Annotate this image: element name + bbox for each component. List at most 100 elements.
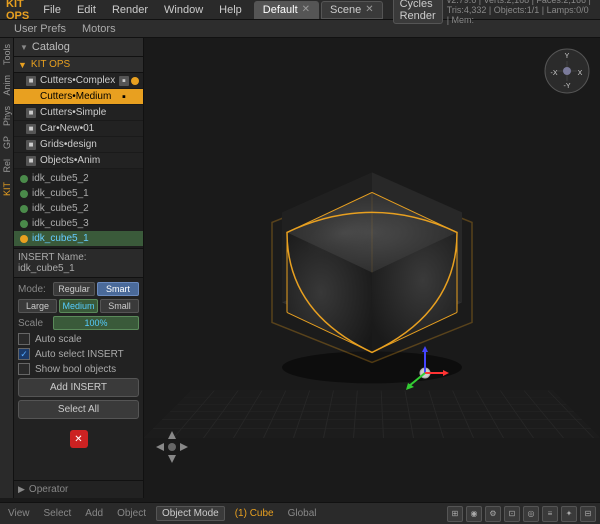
- bottom-object[interactable]: Object: [113, 508, 150, 519]
- global-selector[interactable]: Global: [284, 508, 321, 519]
- top-menu-bar: KIT OPS File Edit Render Window Help Def…: [0, 0, 600, 20]
- viewport-nav-arrows[interactable]: [152, 427, 192, 470]
- svg-text:X: X: [578, 70, 583, 77]
- vtab-grease-pencil[interactable]: GP: [0, 132, 14, 153]
- insert-item-3[interactable]: idk_cube5_3: [14, 216, 143, 231]
- insert-dot-active: [20, 235, 28, 243]
- size-buttons: Large Medium Small: [18, 299, 139, 313]
- auto-select-row: Auto select INSERT: [18, 348, 139, 360]
- auto-select-checkbox[interactable]: [18, 348, 30, 360]
- app-title: KIT OPS: [0, 0, 35, 22]
- catalog-icon: ■: [26, 108, 36, 118]
- catalog-item-cutters-medium[interactable]: Cutters•Medium ▪: [14, 89, 143, 105]
- version-info: v2.79.6 | Verts:2,168 | Faces:2,166 | Tr…: [447, 0, 592, 25]
- motors-link[interactable]: Motors: [74, 23, 124, 35]
- mode-row: Mode: Regular Smart: [18, 282, 139, 296]
- select-all-button[interactable]: Select All: [18, 400, 139, 419]
- size-row: Large Medium Small: [18, 299, 139, 313]
- size-small[interactable]: Small: [100, 299, 139, 313]
- insert-dot: [20, 175, 28, 183]
- insert-dot: [20, 190, 28, 198]
- tab-default[interactable]: Default ✕: [254, 1, 319, 19]
- insert-item-0[interactable]: idk_cube5_2: [14, 171, 143, 186]
- bottom-select[interactable]: Select: [40, 508, 76, 519]
- transform-gizmo: [395, 338, 455, 398]
- insert-item-2[interactable]: idk_cube5_2: [14, 201, 143, 216]
- nav-gizmo[interactable]: Y X -X -Y: [542, 46, 592, 96]
- bottom-icon-bar: ⊞ ◉ ⚙ ⊡ ◎ ≡ ✦ ⊟: [447, 506, 596, 522]
- kit-ops-header[interactable]: ▼ KIT OPS: [14, 57, 143, 73]
- mode-regular[interactable]: Regular: [53, 282, 95, 296]
- catalog-item-cutters-complex[interactable]: ■ Cutters•Complex ▪: [14, 73, 143, 89]
- insert-item-1[interactable]: idk_cube5_1: [14, 186, 143, 201]
- engine-selector[interactable]: Cycles Render: [393, 0, 443, 24]
- red-close-button[interactable]: ✕: [70, 430, 88, 448]
- menu-help[interactable]: Help: [211, 0, 250, 19]
- active-object: (1) Cube: [235, 508, 274, 519]
- bottom-view[interactable]: View: [4, 508, 34, 519]
- show-bool-checkbox[interactable]: [18, 363, 30, 375]
- mode-buttons: Regular Smart: [53, 282, 139, 296]
- viewport-icon-1[interactable]: ⊞: [447, 506, 463, 522]
- catalog-icon: ■: [26, 76, 36, 86]
- tab-scene[interactable]: Scene ✕: [321, 1, 383, 19]
- catalog-list: ■ Cutters•Complex ▪ Cutters•Medium ▪ ■ C…: [14, 73, 143, 169]
- catalog-icon: [26, 92, 36, 102]
- kit-expand-icon: ▼: [18, 60, 27, 70]
- svg-text:-Y: -Y: [564, 83, 571, 90]
- vtab-kitops[interactable]: KIT: [0, 178, 14, 200]
- catalog-item-car[interactable]: ■ Car•New•01: [14, 121, 143, 137]
- viewport-icon-3[interactable]: ⚙: [485, 506, 501, 522]
- mode-smart[interactable]: Smart: [97, 282, 139, 296]
- menu-file[interactable]: File: [35, 0, 69, 19]
- catalog-item-objects[interactable]: ■ Objects•Anim: [14, 153, 143, 169]
- viewport-icon-4[interactable]: ⊡: [504, 506, 520, 522]
- operator-header[interactable]: ▶ Operator: [18, 484, 139, 495]
- cube-svg: [232, 122, 512, 402]
- operator-expand-icon: ▶: [18, 484, 25, 495]
- catalog-item-cutters-simple[interactable]: ■ Cutters•Simple: [14, 105, 143, 121]
- viewport-icon-6[interactable]: ≡: [542, 506, 558, 522]
- tab-close-scene[interactable]: ✕: [365, 4, 373, 15]
- svg-text:Y: Y: [565, 53, 570, 60]
- catalog-btn-complex[interactable]: ▪: [119, 76, 129, 86]
- bottom-status-bar: View Select Add Object Object Mode (1) C…: [0, 502, 600, 524]
- vtab-tools[interactable]: Tools: [0, 40, 14, 69]
- size-medium[interactable]: Medium: [59, 299, 98, 313]
- size-large[interactable]: Large: [18, 299, 57, 313]
- menu-render[interactable]: Render: [104, 0, 156, 19]
- user-prefs-link[interactable]: User Prefs: [6, 23, 74, 35]
- sidebar-panel: Catalog ▼ KIT OPS ■ Cutters•Complex ▪ Cu…: [14, 38, 144, 498]
- insert-item-4[interactable]: idk_cube5_1: [14, 231, 143, 246]
- catalog-header[interactable]: Catalog: [14, 38, 143, 57]
- controls-section: Mode: Regular Smart Large Medium Small S…: [14, 278, 143, 426]
- viewport-icon-7[interactable]: ✦: [561, 506, 577, 522]
- viewport-icon-2[interactable]: ◉: [466, 506, 482, 522]
- menu-edit[interactable]: Edit: [69, 0, 104, 19]
- catalog-btn-medium[interactable]: ▪: [119, 92, 129, 102]
- bottom-add[interactable]: Add: [81, 508, 107, 519]
- vtab-animation[interactable]: Anim: [0, 71, 14, 100]
- catalog-icon: ■: [26, 140, 36, 150]
- svg-text:-X: -X: [551, 70, 558, 77]
- scale-row: Scale 100%: [18, 316, 139, 330]
- catalog-item-grids[interactable]: ■ Grids•design: [14, 137, 143, 153]
- auto-scale-row: Auto scale: [18, 333, 139, 345]
- viewport-icon-8[interactable]: ⊟: [580, 506, 596, 522]
- scale-input[interactable]: 100%: [53, 316, 139, 330]
- viewport[interactable]: Y X -X -Y: [144, 38, 600, 498]
- vtab-physics[interactable]: Phys: [0, 102, 14, 130]
- show-bool-row: Show bool objects: [18, 363, 139, 375]
- catalog-icon: ■: [26, 156, 36, 166]
- cube-3d: [232, 122, 512, 402]
- mode-selector[interactable]: Object Mode: [156, 506, 225, 521]
- menu-window[interactable]: Window: [156, 0, 211, 19]
- insert-name-bar: INSERT Name: idk_cube5_1: [14, 248, 143, 278]
- tab-close-default[interactable]: ✕: [302, 4, 310, 15]
- add-insert-button[interactable]: Add INSERT: [18, 378, 139, 397]
- auto-scale-checkbox[interactable]: [18, 333, 30, 345]
- viewport-icon-5[interactable]: ◎: [523, 506, 539, 522]
- catalog-dot: [131, 77, 139, 85]
- operator-section: ▶ Operator: [14, 480, 143, 498]
- vtab-relations[interactable]: Rel: [0, 155, 14, 177]
